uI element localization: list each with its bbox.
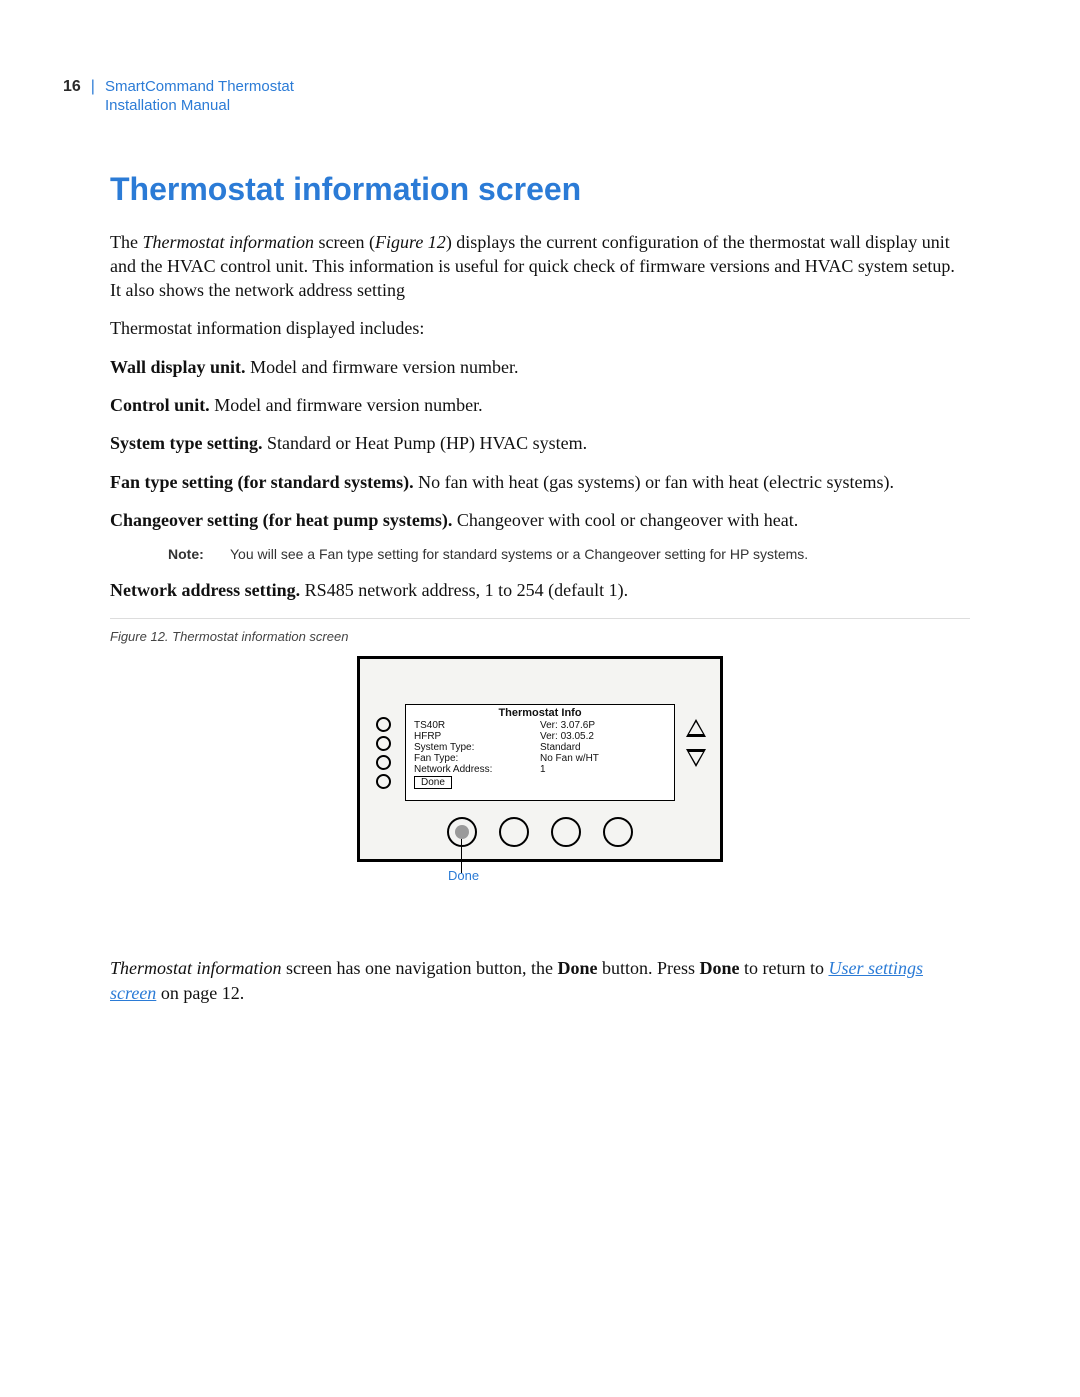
note: Note: You will see a Fan type setting fo… bbox=[168, 546, 970, 562]
lcd-screen: Thermostat Info TS40RVer: 3.07.6P HFRPVe… bbox=[405, 704, 675, 801]
callout-done-label: Done bbox=[448, 868, 479, 883]
lcd-row: HFRPVer: 03.05.2 bbox=[414, 731, 666, 742]
lead-in: Thermostat information displayed include… bbox=[110, 316, 970, 340]
led-icon bbox=[376, 755, 391, 770]
note-label: Note: bbox=[168, 546, 230, 562]
hardware-button-row bbox=[360, 817, 720, 847]
info-item: Wall display unit. Model and firmware ve… bbox=[110, 355, 970, 379]
hardware-button[interactable] bbox=[551, 817, 581, 847]
down-arrow-icon bbox=[686, 749, 706, 767]
thermostat-device: Thermostat Info TS40RVer: 3.07.6P HFRPVe… bbox=[357, 656, 723, 862]
doc-title: SmartCommand Thermostat Installation Man… bbox=[105, 78, 294, 116]
hardware-button[interactable] bbox=[499, 817, 529, 847]
lcd-content: TS40RVer: 3.07.6P HFRPVer: 03.05.2 Syste… bbox=[406, 719, 674, 789]
done-button[interactable] bbox=[447, 817, 477, 847]
info-item: Control unit. Model and firmware version… bbox=[110, 393, 970, 417]
note-text: You will see a Fan type setting for stan… bbox=[230, 546, 808, 562]
doc-title-line2: Installation Manual bbox=[105, 97, 230, 114]
lcd-row: TS40RVer: 3.07.6P bbox=[414, 720, 666, 731]
page-number: 16 bbox=[63, 78, 81, 96]
info-item: System type setting. Standard or Heat Pu… bbox=[110, 431, 970, 455]
divider bbox=[110, 618, 970, 619]
intro-paragraph: The Thermostat information screen (Figur… bbox=[110, 230, 970, 303]
lcd-title: Thermostat Info bbox=[406, 705, 674, 719]
lcd-row: Fan Type:No Fan w/HT bbox=[414, 753, 666, 764]
figure: Thermostat Info TS40RVer: 3.07.6P HFRPVe… bbox=[110, 656, 970, 926]
led-icon bbox=[376, 736, 391, 751]
section-title: Thermostat information screen bbox=[110, 171, 970, 208]
lcd-row: System Type:Standard bbox=[414, 742, 666, 753]
left-indicator-leds bbox=[376, 717, 391, 789]
header-separator: | bbox=[81, 78, 105, 96]
closing-paragraph: Thermostat information screen has one na… bbox=[110, 956, 970, 1005]
led-icon bbox=[376, 717, 391, 732]
info-item: Fan type setting (for standard systems).… bbox=[110, 470, 970, 494]
up-arrow-icon bbox=[686, 719, 706, 737]
lcd-done-softkey: Done bbox=[414, 776, 452, 789]
led-icon bbox=[376, 774, 391, 789]
doc-title-line1: SmartCommand Thermostat bbox=[105, 78, 294, 95]
running-head: 16 | SmartCommand Thermostat Installatio… bbox=[63, 78, 970, 116]
lcd-row: Network Address:1 bbox=[414, 764, 666, 775]
figure-caption: Figure 12. Thermostat information screen bbox=[110, 629, 970, 644]
hardware-button[interactable] bbox=[603, 817, 633, 847]
info-item-network: Network address setting. RS485 network a… bbox=[110, 578, 970, 602]
info-item: Changeover setting (for heat pump system… bbox=[110, 508, 970, 532]
